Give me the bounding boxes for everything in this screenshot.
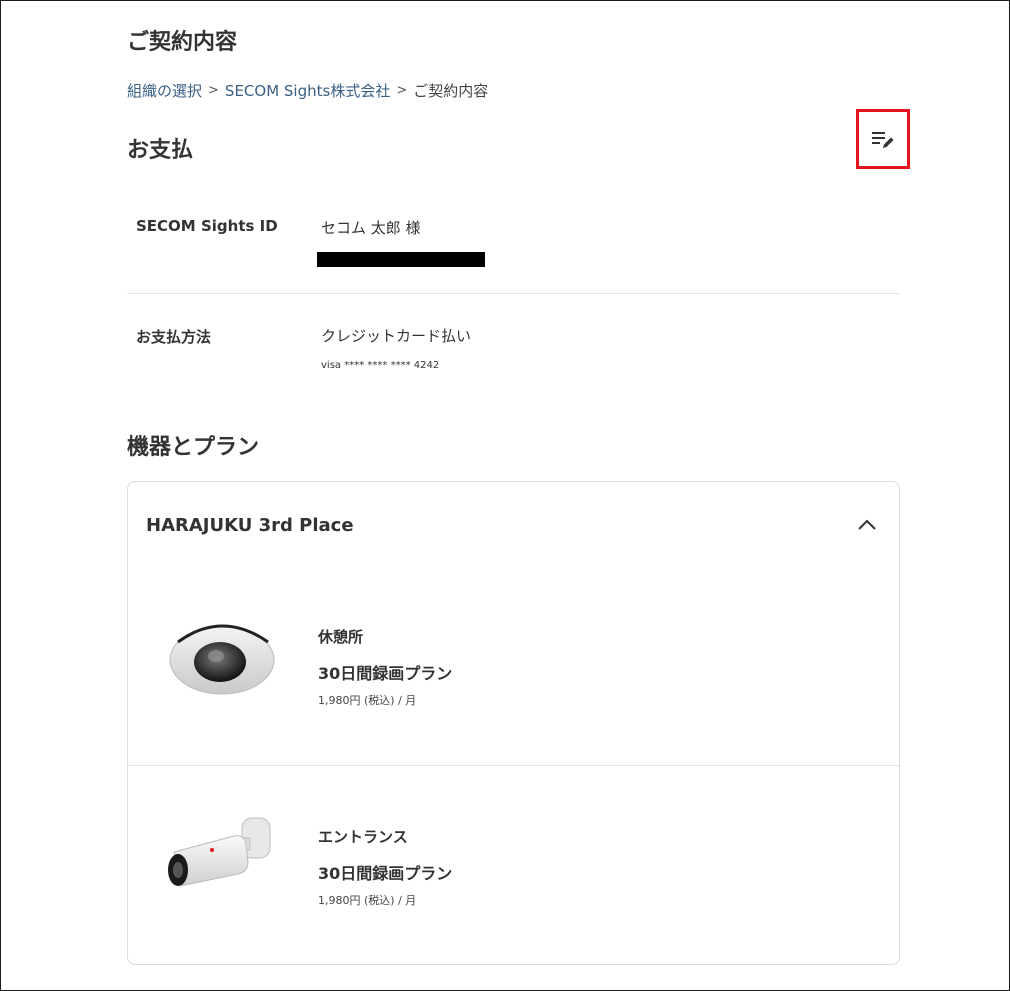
device-name: エントランス xyxy=(318,828,408,846)
edit-payment-button[interactable] xyxy=(856,109,910,169)
edit-list-icon xyxy=(872,132,894,148)
breadcrumb-company[interactable]: SECOM Sights株式会社 xyxy=(225,80,390,101)
breadcrumb: 組織の選択 > SECOM Sights株式会社 > ご契約内容 xyxy=(127,80,488,101)
device-plan: 30日間録画プラン xyxy=(318,864,453,883)
payment-section-title: お支払 xyxy=(127,138,194,163)
device-plan: 30日間録画プラン xyxy=(318,664,453,683)
sights-id-label: SECOM Sights ID xyxy=(136,217,278,235)
page-title: ご契約内容 xyxy=(127,30,238,55)
breadcrumb-separator: > xyxy=(396,83,408,98)
device-price: 1,980円 (税込) / 月 xyxy=(318,694,417,707)
location-name: HARAJUKU 3rd Place xyxy=(146,515,354,536)
device-name: 休憩所 xyxy=(318,628,364,646)
chevron-up-icon[interactable] xyxy=(854,512,880,538)
breadcrumb-organization-select[interactable]: 組織の選択 xyxy=(127,80,202,101)
breadcrumb-separator: > xyxy=(208,83,219,98)
breadcrumb-current: ご契約内容 xyxy=(413,82,489,100)
location-card: HARAJUKU 3rd Place 休憩所 30日間録画プラン 1,980円 … xyxy=(127,481,900,965)
card-number: visa **** **** **** 4242 xyxy=(321,360,440,371)
divider xyxy=(127,293,900,294)
bullet-camera-image xyxy=(168,817,271,887)
payment-method-label: お支払方法 xyxy=(136,328,212,346)
dome-camera-image xyxy=(169,624,275,695)
divider xyxy=(128,765,899,766)
sights-id-value: セコム 太郎 様 xyxy=(321,219,421,237)
redacted-block xyxy=(317,252,485,267)
devices-section-title: 機器とプラン xyxy=(127,435,260,460)
device-price: 1,980円 (税込) / 月 xyxy=(318,894,417,907)
payment-method-value: クレジットカード払い xyxy=(321,327,472,345)
